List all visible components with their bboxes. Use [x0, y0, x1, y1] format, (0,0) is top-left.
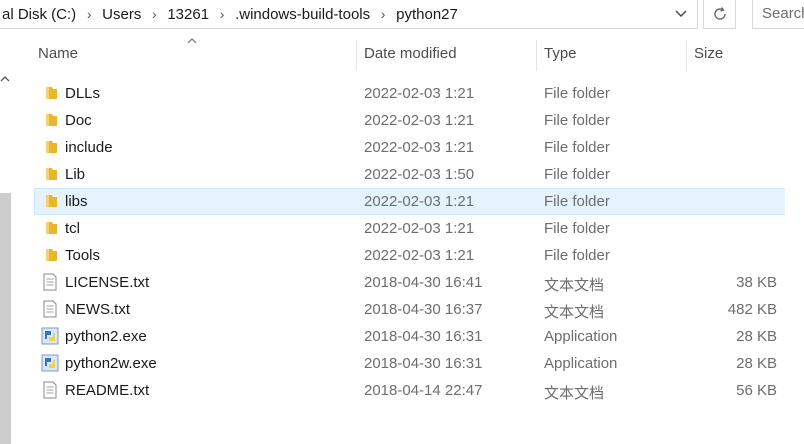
folder-icon	[41, 84, 59, 102]
toolbar: al Disk (C:) › Users › 13261 › .windows-…	[0, 0, 804, 31]
breadcrumb-current-folder[interactable]: python27	[395, 6, 459, 23]
file-size: 38 KB	[736, 274, 777, 291]
file-date-modified: 2022-02-03 1:21	[364, 247, 475, 264]
file-name[interactable]: NEWS.txt	[65, 301, 130, 318]
search-input[interactable]: Search	[752, 0, 804, 29]
file-type: File folder	[544, 139, 610, 156]
chevron-right-icon[interactable]: ›	[210, 6, 234, 22]
file-type: File folder	[544, 112, 610, 129]
file-type: File folder	[544, 85, 610, 102]
breadcrumb: al Disk (C:) › Users › 13261 › .windows-…	[1, 0, 459, 28]
folder-icon	[41, 192, 59, 210]
chevron-right-icon[interactable]: ›	[142, 6, 166, 22]
file-date-modified: 2018-04-30 16:41	[364, 274, 483, 291]
breadcrumb-users[interactable]: Users	[101, 6, 142, 23]
file-date-modified: 2018-04-30 16:31	[364, 355, 483, 372]
file-date-modified: 2022-02-03 1:21	[364, 139, 475, 156]
file-name[interactable]: Tools	[65, 247, 100, 264]
file-name[interactable]: Doc	[65, 112, 92, 129]
column-divider[interactable]	[356, 40, 357, 71]
navigation-pane-scrollbar[interactable]	[0, 31, 11, 444]
list-item[interactable]: Tools 2022-02-03 1:21 File folder	[34, 242, 794, 269]
list-item[interactable]: include 2022-02-03 1:21 File folder	[34, 134, 794, 161]
file-name[interactable]: libs	[65, 193, 88, 210]
python-app-icon	[41, 354, 59, 372]
file-date-modified: 2022-02-03 1:21	[364, 112, 475, 129]
python-app-icon	[41, 327, 59, 345]
column-header-size[interactable]: Size	[694, 45, 723, 62]
file-type: Application	[544, 328, 618, 345]
file-type: Application	[544, 355, 618, 372]
sort-ascending-icon	[187, 35, 197, 47]
scrollbar-thumb[interactable]	[0, 193, 11, 444]
column-header-type[interactable]: Type	[544, 45, 577, 62]
file-type: 文本文档	[544, 304, 605, 321]
file-date-modified: 2022-02-03 1:21	[364, 220, 475, 237]
file-date-modified: 2018-04-30 16:37	[364, 301, 483, 318]
refresh-button[interactable]	[703, 0, 736, 29]
file-size: 56 KB	[736, 382, 777, 399]
list-item[interactable]: tcl 2022-02-03 1:21 File folder	[34, 215, 794, 242]
file-name[interactable]: python2.exe	[65, 328, 147, 345]
file-name[interactable]: python2w.exe	[65, 355, 157, 372]
chevron-up-icon[interactable]	[0, 71, 10, 85]
list-item[interactable]: NEWS.txt 2018-04-30 16:37 文本文档 482 KB	[34, 296, 794, 323]
chevron-right-icon[interactable]: ›	[77, 6, 101, 22]
file-type: 文本文档	[544, 385, 605, 402]
list-item[interactable]: libs 2022-02-03 1:21 File folder	[34, 188, 794, 215]
folder-icon	[41, 246, 59, 264]
text-file-icon	[41, 300, 59, 318]
file-type: File folder	[544, 193, 610, 210]
column-header-name[interactable]: Name	[38, 45, 78, 62]
file-size: 28 KB	[736, 355, 777, 372]
file-size: 482 KB	[727, 301, 777, 318]
column-header-date[interactable]: Date modified	[364, 45, 457, 62]
file-date-modified: 2022-02-03 1:21	[364, 193, 475, 210]
text-file-icon	[41, 381, 59, 399]
column-divider[interactable]	[536, 40, 537, 71]
file-name[interactable]: Lib	[65, 166, 85, 183]
column-header-row: Name Date modified Type Size	[11, 31, 804, 81]
folder-icon	[41, 165, 59, 183]
file-date-modified: 2022-02-03 1:21	[364, 85, 475, 102]
file-date-modified: 2022-02-03 1:50	[364, 166, 475, 183]
list-item[interactable]: Doc 2022-02-03 1:21 File folder	[34, 107, 794, 134]
breadcrumb-user-folder[interactable]: 13261	[166, 6, 210, 23]
file-date-modified: 2018-04-30 16:31	[364, 328, 483, 345]
list-item[interactable]: LICENSE.txt 2018-04-30 16:41 文本文档 38 KB	[34, 269, 794, 296]
chevron-right-icon[interactable]: ›	[371, 6, 395, 22]
text-file-icon	[41, 273, 59, 291]
address-bar[interactable]: al Disk (C:) › Users › 13261 › .windows-…	[0, 0, 698, 29]
list-item[interactable]: DLLs 2022-02-03 1:21 File folder	[34, 80, 794, 107]
refresh-icon	[713, 7, 726, 20]
chevron-down-icon[interactable]	[667, 0, 695, 28]
file-type: File folder	[544, 247, 610, 264]
file-name[interactable]: include	[65, 139, 113, 156]
file-name[interactable]: DLLs	[65, 85, 100, 102]
breadcrumb-build-tools[interactable]: .windows-build-tools	[234, 6, 371, 23]
file-name[interactable]: README.txt	[65, 382, 149, 399]
file-name[interactable]: LICENSE.txt	[65, 274, 149, 291]
vertical-scrollbar[interactable]	[785, 31, 804, 413]
file-type: File folder	[544, 220, 610, 237]
file-date-modified: 2018-04-14 22:47	[364, 382, 483, 399]
folder-icon	[41, 111, 59, 129]
breadcrumb-local-disk[interactable]: al Disk (C:)	[1, 6, 77, 23]
file-name[interactable]: tcl	[65, 220, 80, 237]
list-item[interactable]: python2.exe 2018-04-30 16:31 Application 28…	[34, 323, 794, 350]
file-list: DLLs 2022-02-03 1:21 File folder Doc 2022-02…	[34, 80, 794, 404]
file-type: 文本文档	[544, 277, 605, 294]
list-item[interactable]: README.txt 2018-04-14 22:47 文本文档 56 KB	[34, 377, 794, 404]
folder-icon	[41, 138, 59, 156]
list-item[interactable]: python2w.exe 2018-04-30 16:31 Application 2…	[34, 350, 794, 377]
file-size: 28 KB	[736, 328, 777, 345]
file-type: File folder	[544, 166, 610, 183]
folder-icon	[41, 219, 59, 237]
list-item[interactable]: Lib 2022-02-03 1:50 File folder	[34, 161, 794, 188]
column-divider[interactable]	[686, 40, 687, 71]
